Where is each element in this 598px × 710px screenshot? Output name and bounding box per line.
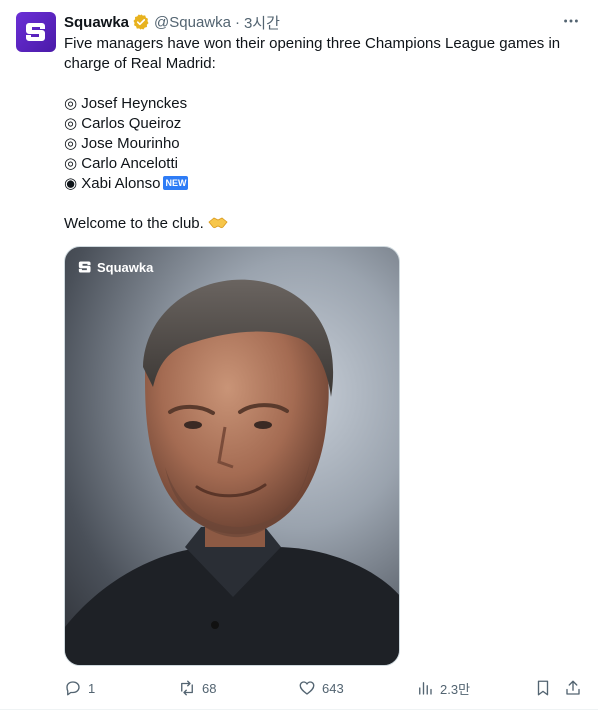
bookmark-icon bbox=[537, 680, 549, 696]
reply-count: 1 bbox=[88, 680, 96, 696]
tweet-line-text: ◉ Xabi Alonso bbox=[64, 175, 161, 192]
bookmark-button[interactable] bbox=[534, 679, 552, 697]
views-chart-icon bbox=[419, 682, 432, 695]
retweet-button[interactable]: 68 bbox=[178, 679, 216, 697]
portrait-image bbox=[65, 279, 399, 665]
tweet-line-xabi: ◉ Xabi Alonso NEW bbox=[64, 174, 582, 194]
tweet-line: Five managers have won their opening thr… bbox=[64, 35, 561, 52]
like-count: 643 bbox=[322, 680, 344, 696]
tweet-header: Squawka @Squawka · 3시간 bbox=[64, 12, 582, 32]
more-options-icon[interactable] bbox=[560, 10, 582, 32]
tweet-line bbox=[64, 194, 582, 214]
tweet-photo[interactable]: Squawka bbox=[64, 246, 400, 666]
tweet-text: Five managers have won their opening thr… bbox=[64, 34, 582, 234]
share-icon bbox=[566, 680, 580, 695]
views-button[interactable]: 2.3만 bbox=[416, 679, 470, 698]
watermark-text: Squawka bbox=[97, 259, 154, 275]
tweet-line: ◎ Carlo Ancelotti bbox=[64, 155, 178, 172]
tweet-card[interactable]: Squawka @Squawka · 3시간 Five managers hav… bbox=[0, 0, 598, 710]
squawka-watermark-icon bbox=[78, 261, 91, 273]
share-button[interactable] bbox=[564, 679, 582, 697]
avatar[interactable] bbox=[16, 12, 56, 52]
tweet-line bbox=[64, 74, 582, 94]
verified-badge-icon[interactable] bbox=[132, 13, 150, 31]
separator-dot: · bbox=[234, 13, 240, 31]
tweet-line-welcome: Welcome to the club. bbox=[64, 214, 582, 234]
display-name[interactable]: Squawka bbox=[64, 14, 129, 31]
views-count: 2.3만 bbox=[440, 681, 471, 697]
squawka-logo-icon bbox=[26, 23, 45, 41]
tweet-line-text: Welcome to the club. bbox=[64, 215, 204, 232]
handshake-icon bbox=[208, 216, 228, 230]
reply-button[interactable]: 1 bbox=[64, 679, 95, 697]
tweet-line: ◎ Jose Mourinho bbox=[64, 135, 180, 152]
retweet-count: 68 bbox=[202, 680, 217, 696]
heart-icon bbox=[299, 681, 315, 695]
tweet-line: ◎ Carlos Queiroz bbox=[64, 115, 182, 132]
handle[interactable]: @Squawka bbox=[154, 14, 231, 31]
media-watermark: Squawka bbox=[77, 259, 153, 275]
tweet-line: charge of Real Madrid: bbox=[64, 55, 216, 72]
retweet-icon bbox=[181, 680, 193, 696]
tweet-actions: 1 68 643 2.3만 bbox=[64, 676, 582, 700]
tweet-line: ◎ Josef Heynckes bbox=[64, 95, 188, 112]
new-badge: NEW bbox=[163, 176, 189, 190]
timestamp[interactable]: 3시간 bbox=[244, 12, 280, 33]
like-button[interactable]: 643 bbox=[298, 679, 344, 697]
reply-icon bbox=[66, 681, 80, 696]
